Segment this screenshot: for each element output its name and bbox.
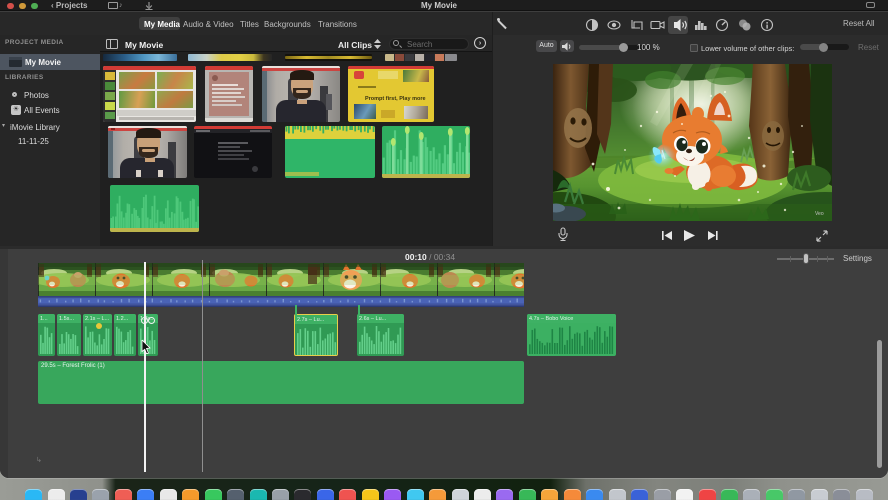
svg-text:Veo: Veo — [815, 211, 824, 217]
